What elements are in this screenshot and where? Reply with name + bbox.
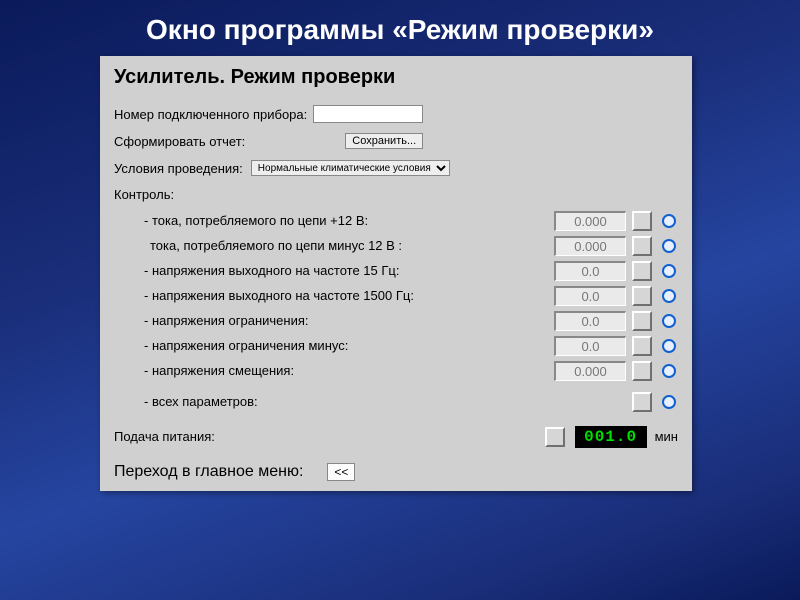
control-value: 0.000 [554,361,626,381]
control-row: - напряжения смещения: 0.000 [114,358,678,383]
control-led [662,264,676,278]
conditions-dropdown[interactable]: Нормальные климатические условия [251,160,450,176]
control-label: тока, потребляемого по цепи минус 12 В : [114,238,444,253]
control-heading: Контроль: [114,187,678,202]
device-number-label: Номер подключенного прибора: [114,107,307,122]
control-run-button[interactable] [632,361,652,381]
back-button[interactable]: << [327,463,355,481]
all-params-led [662,395,676,409]
control-value: 0.0 [554,336,626,356]
control-label: - тока, потребляемого по цепи +12 В: [114,213,444,228]
control-led [662,339,676,353]
power-unit: мин [655,429,678,444]
control-row: - напряжения выходного на частоте 1500 Г… [114,283,678,308]
power-row: Подача питания: 001.0 мин [114,424,678,449]
control-run-button[interactable] [632,286,652,306]
control-value: 0.000 [554,211,626,231]
conditions-label: Условия проведения: [114,161,243,176]
control-led [662,214,676,228]
report-label: Сформировать отчет: [114,134,245,149]
control-run-button[interactable] [632,261,652,281]
control-led [662,289,676,303]
control-value: 0.0 [554,311,626,331]
back-row: Переход в главное меню: << [114,463,678,481]
app-title: Усилитель. Режим проверки [114,66,678,89]
control-value: 0.000 [554,236,626,256]
control-led [662,314,676,328]
control-led [662,364,676,378]
control-led [662,239,676,253]
control-label: - напряжения выходного на частоте 15 Гц: [114,263,444,278]
control-row: - тока, потребляемого по цепи +12 В: 0.00… [114,208,678,233]
control-label: - напряжения выходного на частоте 1500 Г… [114,288,444,303]
power-button[interactable] [545,427,565,447]
power-label: Подача питания: [114,429,444,444]
control-run-button[interactable] [632,336,652,356]
device-number-row: Номер подключенного прибора: [114,103,678,125]
control-label: - напряжения смещения: [114,363,444,378]
app-window: Усилитель. Режим проверки Номер подключе… [100,56,692,491]
control-row: - напряжения ограничения минус: 0.0 [114,333,678,358]
save-button[interactable]: Сохранить... [345,133,423,149]
control-run-button[interactable] [632,236,652,256]
all-params-row: - всех параметров: [114,389,678,414]
all-params-label: - всех параметров: [114,394,444,409]
control-run-button[interactable] [632,311,652,331]
report-row: Сформировать отчет: Сохранить... [114,130,678,152]
conditions-row: Условия проведения: Нормальные климатиче… [114,157,678,179]
power-display: 001.0 [575,426,647,448]
control-label: - напряжения ограничения минус: [114,338,444,353]
back-label: Переход в главное меню: [114,463,303,481]
device-number-input[interactable] [313,105,423,123]
all-params-button[interactable] [632,392,652,412]
control-run-button[interactable] [632,211,652,231]
control-label: - напряжения ограничения: [114,313,444,328]
control-value: 0.0 [554,286,626,306]
control-row: - напряжения выходного на частоте 15 Гц:… [114,258,678,283]
slide-title: Окно программы «Режим проверки» [0,0,800,56]
control-row: тока, потребляемого по цепи минус 12 В :… [114,233,678,258]
control-row: - напряжения ограничения: 0.0 [114,308,678,333]
control-value: 0.0 [554,261,626,281]
